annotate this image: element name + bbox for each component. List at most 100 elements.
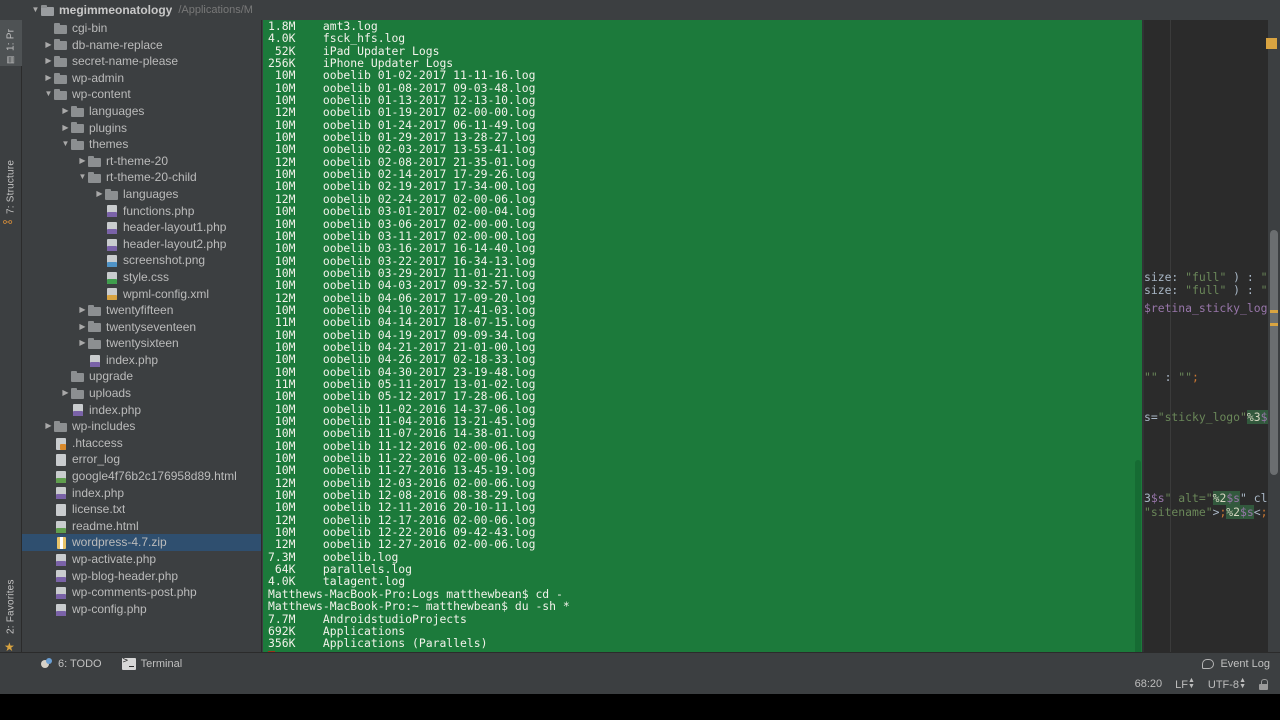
terminal-scrollbar-thumb[interactable] <box>1135 460 1141 665</box>
tree-row[interactable]: wpml-config.xml <box>22 286 261 303</box>
tree-row[interactable]: ▶ wp-admin <box>22 70 261 87</box>
tree-row[interactable]: ▶ wp-includes <box>22 418 261 435</box>
chevron-down-icon[interactable]: ▼ <box>77 169 88 186</box>
chevron-right-icon[interactable]: ▶ <box>43 37 54 54</box>
inspection-status-icon[interactable] <box>1266 38 1277 49</box>
caret-position[interactable]: 68:20 <box>1135 678 1163 690</box>
chevron-right-icon[interactable]: ▶ <box>60 120 71 137</box>
tree-row[interactable]: screenshot.png <box>22 252 261 269</box>
bottom-tab-terminal[interactable]: Terminal <box>112 653 193 675</box>
tree-row[interactable]: ▶ uploads <box>22 385 261 402</box>
tree-row[interactable]: wordpress-4.7.zip <box>22 534 261 551</box>
sidebar-item-structure[interactable]: 7: Structure <box>0 130 22 216</box>
terminal-scrollbar[interactable] <box>1133 20 1142 682</box>
tree-row-label: rt-theme-20-child <box>106 170 197 185</box>
tree-row[interactable]: wp-config.php <box>22 601 261 618</box>
editor-gutter <box>1142 20 1144 682</box>
tree-row-label: error_log <box>72 452 121 467</box>
folder-icon <box>88 320 102 333</box>
css-file-icon <box>105 271 119 284</box>
tree-row[interactable]: header-layout2.php <box>22 236 261 253</box>
tree-row[interactable]: ▶ languages <box>22 186 261 203</box>
tree-row[interactable]: ▶ secret-name-please <box>22 53 261 70</box>
tree-row[interactable]: google4f76b2c176958d89.html <box>22 468 261 485</box>
tree-row[interactable]: wp-blog-header.php <box>22 568 261 585</box>
warning-marker[interactable] <box>1270 310 1278 313</box>
tree-row[interactable]: upgrade <box>22 368 261 385</box>
sidebar-item-project[interactable]: ▤ 1: Pr <box>0 20 22 66</box>
chevron-right-icon[interactable]: ▶ <box>60 103 71 120</box>
tree-row[interactable]: functions.php <box>22 203 261 220</box>
tree-row-label: wp-blog-header.php <box>72 568 179 583</box>
tree-row[interactable]: ▼ rt-theme-20-child <box>22 169 261 186</box>
lock-icon[interactable] <box>1259 678 1268 690</box>
tree-row[interactable]: cgi-bin <box>22 20 261 37</box>
tree-row[interactable]: index.php <box>22 485 261 502</box>
tree-row-label: header-layout1.php <box>123 220 227 235</box>
sidebar-item-favorites[interactable]: 2: Favorites <box>0 548 22 636</box>
chevron-right-icon[interactable]: ▶ <box>77 302 88 319</box>
tree-row-label: readme.html <box>72 518 139 533</box>
chevron-right-icon[interactable]: ▶ <box>43 70 54 87</box>
php-file-icon <box>105 238 119 251</box>
tree-row[interactable]: header-layout1.php <box>22 219 261 236</box>
tree-row-label: plugins <box>89 120 128 135</box>
folder-icon <box>71 370 85 383</box>
tree-row[interactable]: ▶ db-name-replace <box>22 37 261 54</box>
warning-marker[interactable] <box>1270 323 1278 326</box>
terminal-line: 356K Applications (Parallels) <box>268 636 488 651</box>
chevron-right-icon[interactable]: ▶ <box>77 153 88 170</box>
sidebar-item-structure-label: 7: Structure <box>5 159 17 214</box>
chevron-down-icon[interactable]: ▼ <box>30 0 41 20</box>
tree-row[interactable]: ▶ twentysixteen <box>22 335 261 352</box>
editor-panel[interactable]: size: "full" ) : "";size: "full" ) : "";… <box>1142 20 1280 682</box>
editor-scrollbar-thumb[interactable] <box>1270 230 1278 475</box>
terminal-line: 10M oobelib 03-06-2017 02-00-00.log <box>268 216 536 231</box>
tree-row[interactable]: ▼ themes <box>22 136 261 153</box>
tree-row[interactable]: ▶ plugins <box>22 120 261 137</box>
chevron-right-icon[interactable]: ▶ <box>77 335 88 352</box>
tree-row[interactable]: index.php <box>22 402 261 419</box>
tree-row[interactable]: ▼ wp-content <box>22 86 261 103</box>
tree-row[interactable]: readme.html <box>22 518 261 535</box>
line-separator-selector[interactable]: LF▲ ▼ <box>1175 677 1195 691</box>
tree-row[interactable]: ▶ rt-theme-20 <box>22 153 261 170</box>
editor-scrollbar[interactable] <box>1266 20 1280 682</box>
chevron-right-icon[interactable]: ▶ <box>43 418 54 435</box>
terminal-panel[interactable]: 1.8M amt3.log 4.0K fsck_hfs.log 52K iPad … <box>263 20 1142 682</box>
tree-row[interactable]: index.php <box>22 352 261 369</box>
folder-icon <box>54 55 68 68</box>
encoding-selector[interactable]: UTF-8▲ ▼ <box>1208 677 1246 691</box>
event-log-button[interactable]: Event Log <box>1202 658 1280 670</box>
tree-row-label: wp-includes <box>72 419 136 434</box>
tree-row[interactable]: license.txt <box>22 501 261 518</box>
tool-window-bar-bottom: 6: TODO Terminal Event Log <box>0 652 1280 674</box>
tree-row[interactable]: ▶ twentyseventeen <box>22 319 261 336</box>
tree-row-label: languages <box>89 103 145 118</box>
tree-row[interactable]: error_log <box>22 451 261 468</box>
chevron-right-icon[interactable]: ▶ <box>60 385 71 402</box>
tree-row-label: screenshot.png <box>123 253 206 268</box>
project-root-row[interactable]: ▼ megimmeonatology /Applications/M <box>22 0 1142 20</box>
tree-row[interactable]: ▶ twentyfifteen <box>22 302 261 319</box>
terminal-line: 10M oobelib 02-19-2017 17-34-00.log <box>268 179 536 194</box>
tree-row-label: .htaccess <box>72 435 123 450</box>
tree-row[interactable]: style.css <box>22 269 261 286</box>
project-tree[interactable]: cgi-bin ▶ db-name-replace ▶ secret-name-plea… <box>22 20 262 652</box>
tree-row-label: index.php <box>106 352 159 367</box>
terminal-line: 10M oobelib 11-27-2016 13-45-19.log <box>268 463 536 478</box>
tree-row[interactable]: .htaccess <box>22 435 261 452</box>
tree-row-label: index.php <box>89 402 142 417</box>
tree-row[interactable]: wp-activate.php <box>22 551 261 568</box>
chevron-right-icon[interactable]: ▶ <box>94 186 105 203</box>
chevron-right-icon[interactable]: ▶ <box>43 53 54 70</box>
chevron-down-icon[interactable]: ▼ <box>43 86 54 103</box>
chevron-right-icon[interactable]: ▶ <box>77 319 88 336</box>
terminal-line: 12M oobelib 01-19-2017 02-00-00.log <box>268 105 536 120</box>
html-file-icon <box>54 520 68 533</box>
tree-row[interactable]: wp-comments-post.php <box>22 584 261 601</box>
chevron-down-icon[interactable]: ▼ <box>60 136 71 153</box>
htac-file-icon <box>54 437 68 450</box>
bottom-tab-todo[interactable]: 6: TODO <box>30 653 112 675</box>
tree-row[interactable]: ▶ languages <box>22 103 261 120</box>
